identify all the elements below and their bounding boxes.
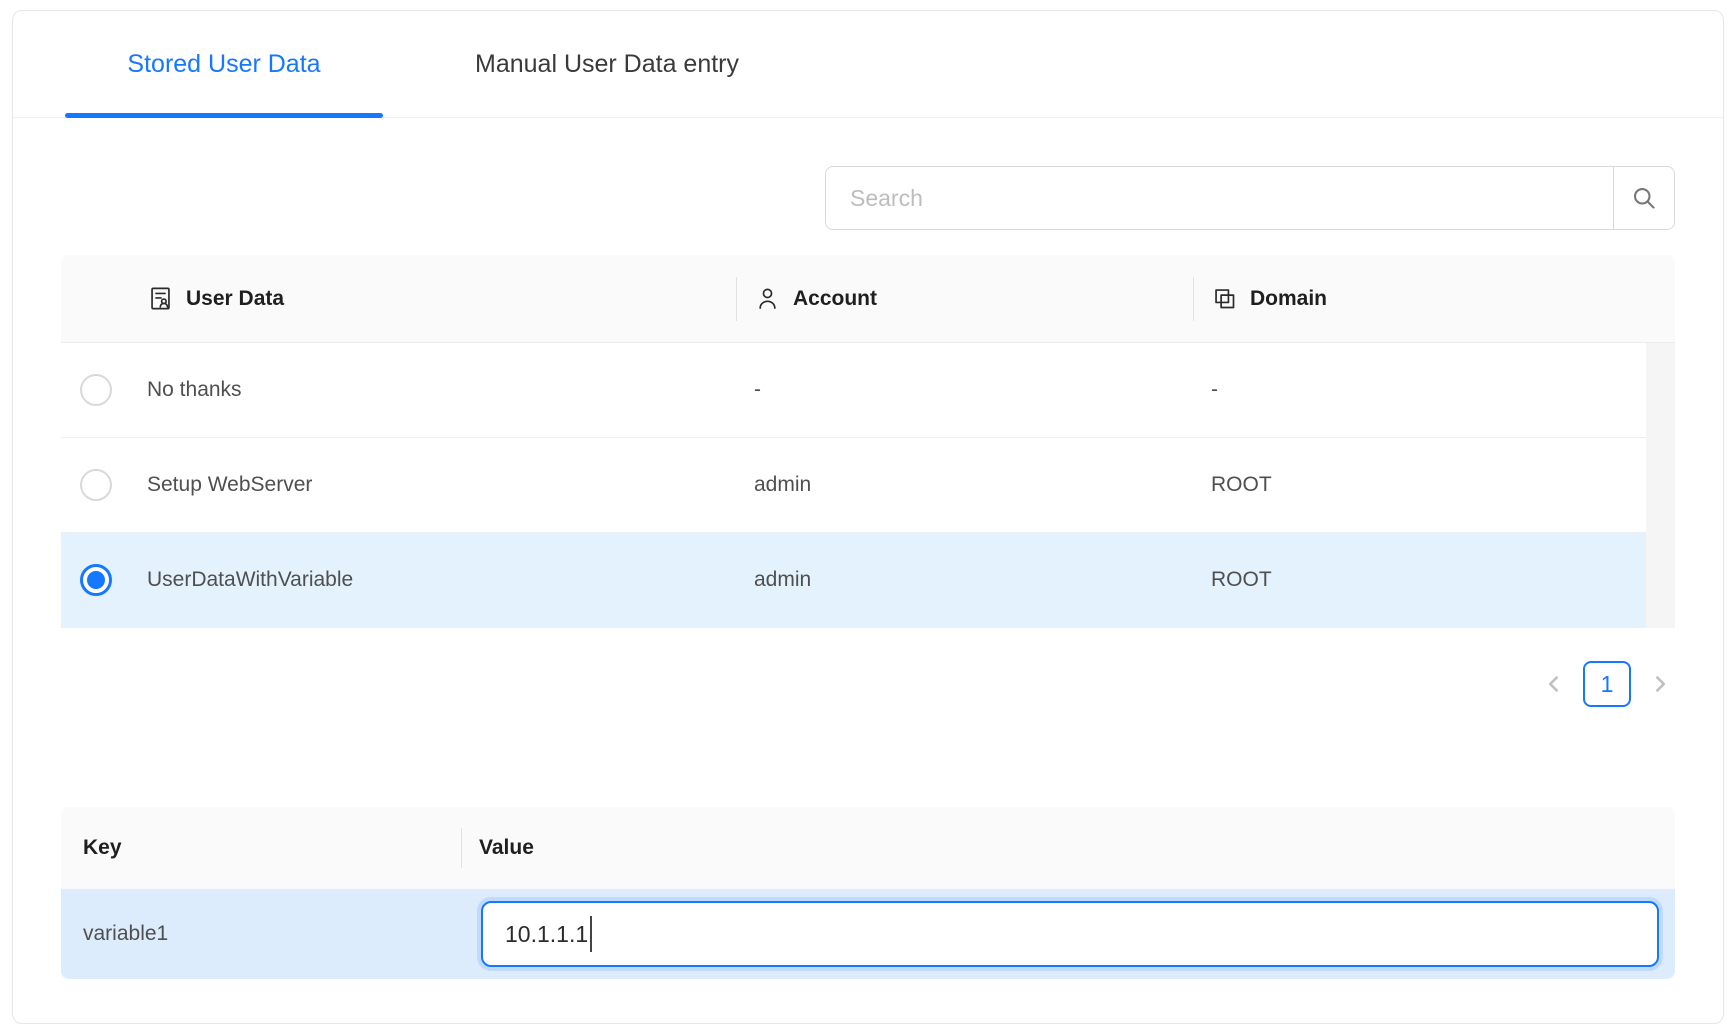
kv-row-variable1: variable1 10.1.1.1 [61, 889, 1675, 979]
search-icon [1630, 184, 1658, 212]
column-header-key: Key [61, 836, 461, 860]
kv-key-label: variable1 [61, 922, 461, 946]
tab-manual-user-data-entry[interactable]: Manual User Data entry [475, 11, 739, 118]
cell-account: - [736, 343, 1193, 437]
value-input[interactable]: 10.1.1.1 [481, 901, 1659, 967]
column-header-domain: Domain [1193, 255, 1646, 342]
column-title: Account [793, 287, 877, 311]
cell-domain: ROOT [1193, 533, 1646, 627]
block-icon [1211, 285, 1238, 312]
column-title: User Data [186, 287, 284, 311]
table-row-setup-webserver[interactable]: Setup WebServer admin ROOT [61, 438, 1646, 533]
active-tab-indicator [65, 113, 383, 118]
cell-user-data: UserDataWithVariable [131, 533, 736, 627]
user-data-document-icon [147, 285, 174, 312]
search-button[interactable] [1613, 166, 1675, 230]
column-header-account: Account [736, 255, 1193, 342]
user-data-panel: Stored User Data Manual User Data entry [12, 10, 1724, 1024]
column-header-value: Value [461, 807, 1675, 889]
tab-label: Manual User Data entry [475, 50, 739, 79]
table-row-userdatawithvariable[interactable]: UserDataWithVariable admin ROOT [61, 533, 1646, 628]
user-data-table: User Data Account Domain [61, 255, 1675, 628]
cell-domain: - [1193, 343, 1646, 437]
table-body: No thanks - - Setup WebServer admin ROOT… [61, 343, 1675, 628]
selection-column-header [61, 255, 131, 342]
cell-domain: ROOT [1193, 438, 1646, 532]
page-number-button[interactable]: 1 [1583, 661, 1631, 707]
kv-header-row: Key Value [61, 807, 1675, 889]
table-scrollbar[interactable] [1646, 343, 1675, 628]
current-page: 1 [1601, 671, 1614, 698]
column-header-user-data: User Data [131, 255, 736, 342]
key-value-table: Key Value variable1 10.1.1.1 [61, 807, 1675, 979]
chevron-left-icon [1541, 671, 1567, 697]
chevron-right-icon [1647, 671, 1673, 697]
tab-bar: Stored User Data Manual User Data entry [13, 11, 1723, 118]
row-radio[interactable] [80, 374, 112, 406]
next-page-button[interactable] [1647, 671, 1673, 697]
cell-user-data: No thanks [131, 343, 736, 437]
table-header-row: User Data Account Domain [61, 255, 1675, 343]
cell-account: admin [736, 438, 1193, 532]
cell-account: admin [736, 533, 1193, 627]
tab-label: Stored User Data [127, 50, 320, 79]
cell-user-data: Setup WebServer [131, 438, 736, 532]
row-radio-checked[interactable] [80, 564, 112, 596]
value-input-text: 10.1.1.1 [505, 921, 588, 948]
row-radio[interactable] [80, 469, 112, 501]
pagination: 1 [1541, 659, 1673, 709]
text-caret [590, 916, 592, 952]
table-row-no-thanks[interactable]: No thanks - - [61, 343, 1646, 438]
column-title: Domain [1250, 287, 1327, 311]
search-group [825, 166, 1675, 230]
search-input[interactable] [825, 166, 1613, 230]
tab-stored-user-data[interactable]: Stored User Data [65, 11, 383, 118]
previous-page-button[interactable] [1541, 671, 1567, 697]
person-icon [754, 285, 781, 312]
